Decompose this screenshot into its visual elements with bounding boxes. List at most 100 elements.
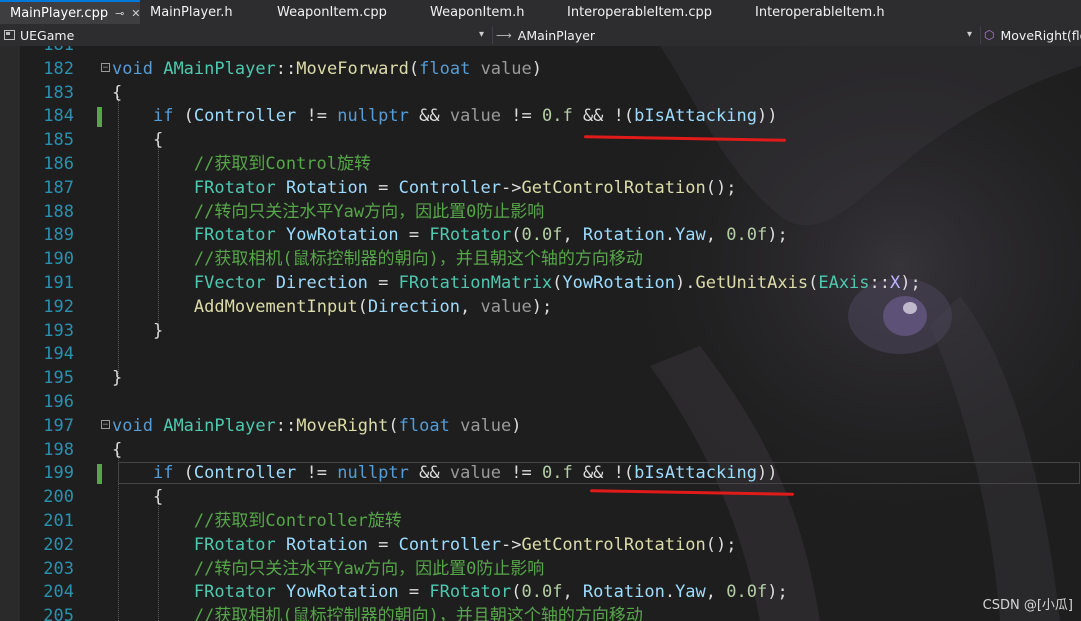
tab-label: InteroperableItem.h xyxy=(755,4,885,20)
code-token: ( xyxy=(511,582,522,603)
code-token: FRotator xyxy=(193,177,276,198)
collapse-icon[interactable]: − xyxy=(101,419,110,429)
code-line[interactable]: − 197 void AMainPlayer::MoveRight(float va… xyxy=(0,415,1081,439)
code-token: , xyxy=(705,582,727,603)
collapse-icon[interactable]: − xyxy=(101,62,110,72)
code-line[interactable]: 200 { xyxy=(0,486,1081,510)
code-line[interactable]: 181 xyxy=(0,46,1081,58)
code-line[interactable]: 205 //获取相机(鼠标控制器的朝向)，并且朝这个轴的方向移动 xyxy=(0,605,1081,621)
code-token: Direction xyxy=(367,296,461,317)
tab-interoperableitem-h[interactable]: InteroperableItem.h xyxy=(742,0,902,24)
code-token: )) xyxy=(756,463,778,484)
code-line[interactable]: 186 //获取到Control旋转 xyxy=(0,153,1081,177)
code-token: ) xyxy=(511,415,522,436)
code-line[interactable]: 187 FRotator Rotation = Controller->GetC… xyxy=(0,177,1081,201)
line-number: 201 xyxy=(43,511,74,531)
code-line[interactable]: − 182 void AMainPlayer::MoveForward(float … xyxy=(0,58,1081,82)
change-indicator xyxy=(97,107,102,128)
code-token: , xyxy=(705,225,727,246)
code-token: if xyxy=(152,463,174,484)
code-text: FRotator YowRotation = FRotator(0.0f, Ro… xyxy=(112,224,788,248)
code-token: float xyxy=(398,415,450,436)
code-line[interactable]: 195} xyxy=(0,367,1081,391)
code-token: value xyxy=(449,463,502,484)
code-token: && xyxy=(408,106,450,127)
tab-weaponitem-cpp[interactable]: WeaponItem.cpp xyxy=(268,0,421,24)
code-text: { xyxy=(112,82,122,106)
code-token: Controller xyxy=(193,106,297,127)
line-number: 187 xyxy=(43,177,74,198)
code-text: AddMovementInput(Direction, value); xyxy=(112,296,552,320)
code-line[interactable]: 190 //获取相机(鼠标控制器的朝向)，并且朝这个轴的方向移动 xyxy=(0,248,1081,272)
project-label: UEGame xyxy=(20,27,75,43)
line-number: 199 xyxy=(43,463,74,484)
code-line[interactable]: 183 { xyxy=(0,82,1081,106)
code-line[interactable]: 194 xyxy=(0,343,1081,367)
code-token: && !( xyxy=(572,463,635,484)
code-token: Controller xyxy=(193,463,297,484)
line-number: 181 xyxy=(20,46,74,58)
code-line[interactable]: 191 FVector Direction = FRotationMatrix(… xyxy=(0,272,1081,296)
tab-weaponitem-h[interactable]: WeaponItem.h xyxy=(421,0,558,24)
line-number: 200 xyxy=(43,487,74,508)
code-line[interactable]: 203 //转向只关注水平Yaw方向，因此置0防止影响 xyxy=(0,558,1081,582)
code-token: ( xyxy=(357,296,368,317)
code-token: != xyxy=(296,106,338,127)
code-token: AMainPlayer xyxy=(163,415,276,436)
code-line[interactable]: 201 //获取到Controller旋转 xyxy=(0,510,1081,534)
code-token: ( xyxy=(511,225,522,246)
code-line[interactable]: 189 FRotator YowRotation = FRotator(0.0f… xyxy=(0,224,1081,248)
code-token: 0.0f xyxy=(726,582,768,603)
class-dropdown[interactable]: ⟶ AMainPlayer ▾ xyxy=(496,26,978,44)
code-text: FVector Direction = FRotationMatrix(YowR… xyxy=(112,272,921,296)
line-number: 203 xyxy=(43,558,74,579)
code-token: X xyxy=(890,273,901,293)
code-token: = xyxy=(367,534,399,555)
tab-label: WeaponItem.cpp xyxy=(277,4,387,20)
code-line[interactable]: 196 xyxy=(0,391,1081,415)
code-token: ( xyxy=(388,415,399,436)
code-line[interactable]: 202 FRotator Rotation = Controller->GetC… xyxy=(0,534,1081,558)
code-token: && xyxy=(408,463,450,484)
tab-mainplayer-cpp[interactable]: MainPlayer.cpp ⊸ ✕ xyxy=(0,0,141,24)
code-token: ); xyxy=(900,273,921,293)
code-line[interactable]: 188 //转向只关注水平Yaw方向，因此置0防止影响 xyxy=(0,201,1081,225)
code-token: != xyxy=(296,463,338,484)
line-number: 185 xyxy=(43,130,74,151)
member-label: MoveRight(flo xyxy=(1000,27,1081,43)
code-token: nullptr xyxy=(337,463,409,484)
code-line[interactable]: 204 FRotator YowRotation = FRotator(0.0f… xyxy=(0,581,1081,605)
code-token: ); xyxy=(767,225,788,246)
code-line[interactable]: 199 if (Controller != nullptr && value !… xyxy=(0,462,1081,486)
code-token: //获取到Control旋转 xyxy=(193,154,372,174)
code-line[interactable]: 184 if (Controller != nullptr && value !… xyxy=(0,105,1081,129)
code-token: AMainPlayer xyxy=(163,58,276,79)
code-line[interactable]: 193 } xyxy=(0,320,1081,344)
project-dropdown[interactable]: UEGame ▾ xyxy=(4,26,490,44)
code-editor[interactable]: 181−182void AMainPlayer::MoveForward(flo… xyxy=(0,46,1081,621)
line-number: 191 xyxy=(43,273,74,293)
code-token: //获取到Controller旋转 xyxy=(193,511,402,531)
code-token: AddMovementInput xyxy=(193,296,358,317)
code-token: && !( xyxy=(572,106,635,127)
line-number: 193 xyxy=(43,320,74,341)
tab-interoperableitem-cpp[interactable]: InteroperableItem.cpp xyxy=(558,0,742,24)
code-line[interactable]: 192 AddMovementInput(Direction, value); xyxy=(0,296,1081,320)
code-line[interactable]: 185 { xyxy=(0,129,1081,153)
line-number: 190 xyxy=(43,249,74,270)
code-text: { xyxy=(112,129,163,153)
code-text: if (Controller != nullptr && value != 0.… xyxy=(112,105,777,129)
tab-mainplayer-h[interactable]: MainPlayer.h xyxy=(140,0,268,24)
member-dropdown[interactable]: ⬡ MoveRight(flo xyxy=(984,26,1081,44)
code-token: GetControlRotation xyxy=(521,534,706,555)
line-number: 192 xyxy=(43,296,74,317)
code-token: { xyxy=(112,439,123,460)
code-line[interactable]: 198 { xyxy=(0,439,1081,463)
pin-icon[interactable]: ⊸ xyxy=(115,7,124,20)
code-token: FRotator xyxy=(429,225,512,246)
code-token: , xyxy=(562,225,583,246)
